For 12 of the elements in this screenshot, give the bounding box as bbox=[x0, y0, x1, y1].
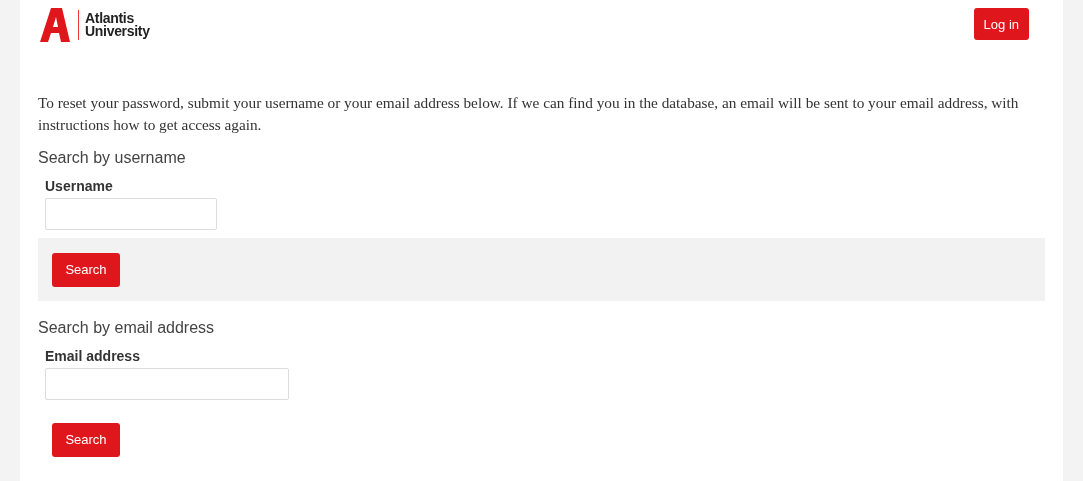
input-field[interactable] bbox=[45, 198, 217, 230]
input-field[interactable] bbox=[45, 368, 289, 400]
instructions-text: To reset your password, submit your username or your email address below. If we can find you in the database, an email will be sent to your email address, with instructions how to get access again. bbox=[38, 93, 1020, 135]
section-heading: Search by username bbox=[38, 149, 187, 167]
field-label: Email address bbox=[45, 348, 141, 364]
section-heading: Search by email address bbox=[38, 319, 216, 337]
logo-icon bbox=[38, 8, 72, 42]
search-button[interactable]: Search bbox=[52, 252, 120, 287]
logo-text: Atlantis University bbox=[85, 12, 151, 38]
login-button[interactable]: Log in bbox=[973, 8, 1029, 40]
search-button[interactable]: Search bbox=[52, 422, 120, 457]
field-label: Username bbox=[45, 178, 114, 194]
